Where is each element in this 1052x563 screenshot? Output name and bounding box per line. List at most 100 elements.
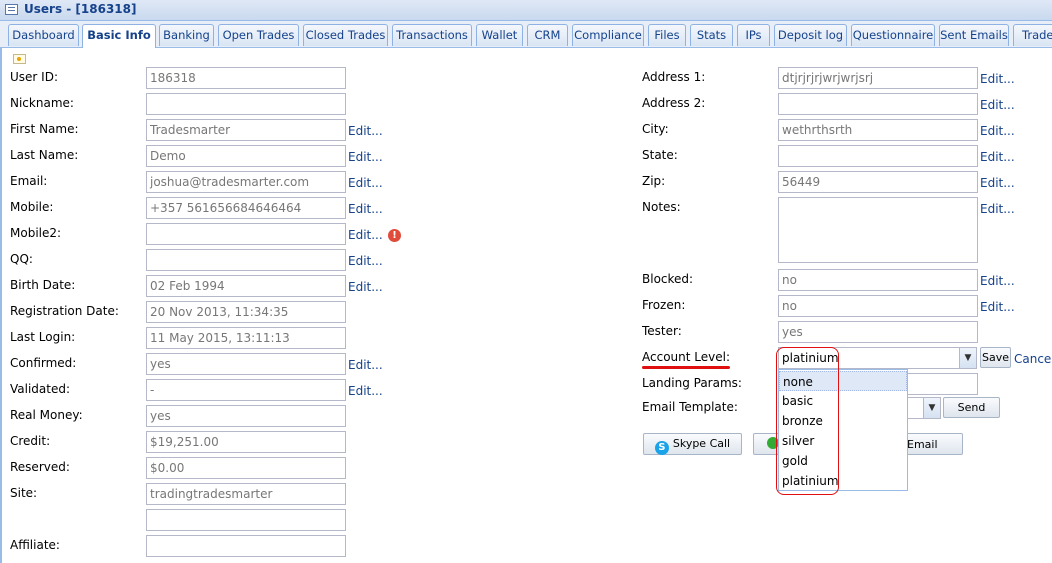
city-field[interactable]: wethrthsrth [778, 119, 978, 141]
notes-label: Notes: [642, 200, 681, 214]
tab-bar: Dashboard Basic Info Banking Open Trades… [0, 21, 1052, 48]
confirmed-edit-link[interactable]: Edit... [348, 358, 383, 372]
state-edit-link[interactable]: Edit... [980, 150, 1015, 164]
account-level-label: Account Level: [642, 350, 730, 364]
tab-dashboard[interactable]: Dashboard [8, 24, 79, 46]
tab-closed-trades[interactable]: Closed Trades [303, 24, 388, 46]
tab-transactions[interactable]: Transactions [392, 24, 472, 46]
qq-label: QQ: [10, 252, 33, 266]
zip-field[interactable]: 56449 [778, 171, 978, 193]
user-id-field: 186318 [146, 67, 346, 89]
warning-icon: ! [388, 229, 401, 242]
option-none[interactable]: none [779, 371, 907, 391]
first-name-edit-link[interactable]: Edit... [348, 124, 383, 138]
registration-date-label: Registration Date: [10, 304, 119, 318]
mobile-field[interactable]: +357 561656684646464 [146, 197, 346, 219]
option-silver[interactable]: silver [779, 431, 907, 451]
site-field: tradingtradesmarter [146, 483, 346, 505]
first-name-label: First Name: [10, 122, 79, 136]
skype-call-button[interactable]: S Skype Call [643, 433, 742, 455]
window-titlebar: Users - [186318] [0, 0, 1052, 21]
save-button[interactable]: Save [980, 347, 1011, 368]
frozen-edit-link[interactable]: Edit... [980, 300, 1015, 314]
validated-edit-link[interactable]: Edit... [348, 384, 383, 398]
tab-deposit-log[interactable]: Deposit log [774, 24, 847, 46]
confirmed-field[interactable]: yes [146, 353, 346, 375]
validated-field[interactable]: - [146, 379, 346, 401]
tab-basic-info[interactable]: Basic Info [82, 24, 156, 48]
mobile2-edit-link[interactable]: Edit... [348, 228, 383, 242]
chevron-down-icon[interactable]: ▼ [923, 398, 940, 418]
tab-compliance[interactable]: Compliance [572, 24, 644, 46]
tab-crm[interactable]: CRM [527, 24, 568, 46]
blocked-edit-link[interactable]: Edit... [980, 274, 1015, 288]
birth-date-field[interactable]: 02 Feb 1994 [146, 275, 346, 297]
state-field[interactable] [778, 145, 978, 167]
last-login-field: 11 May 2015, 13:11:13 [146, 327, 346, 349]
cancel-link[interactable]: Cancel [1014, 352, 1052, 366]
address1-edit-link[interactable]: Edit... [980, 72, 1015, 86]
option-bronze[interactable]: bronze [779, 411, 907, 431]
nickname-field[interactable] [146, 93, 346, 115]
address2-label: Address 2: [642, 96, 706, 110]
zip-edit-link[interactable]: Edit... [980, 176, 1015, 190]
birth-date-label: Birth Date: [10, 278, 76, 292]
affiliate-field[interactable] [146, 535, 346, 557]
city-edit-link[interactable]: Edit... [980, 124, 1015, 138]
window-title: Users - [186318] [24, 2, 137, 16]
account-level-dropdown: none basic bronze silver gold platinium [778, 369, 908, 491]
email-edit-link[interactable]: Edit... [348, 176, 383, 190]
mobile-edit-link[interactable]: Edit... [348, 202, 383, 216]
email-template-label: Email Template: [642, 400, 738, 414]
state-label: State: [642, 148, 678, 162]
address2-edit-link[interactable]: Edit... [980, 98, 1015, 112]
validated-label: Validated: [10, 382, 71, 396]
tab-banking[interactable]: Banking [159, 24, 214, 46]
address1-field[interactable]: dtjrjrjrjwrjwrjsrj [778, 67, 978, 89]
chevron-down-icon[interactable]: ▼ [959, 348, 976, 368]
tab-open-trades[interactable]: Open Trades [218, 24, 299, 46]
qq-field[interactable] [146, 249, 346, 271]
affiliate-label: Affiliate: [10, 538, 60, 552]
tab-sent-emails[interactable]: Sent Emails [939, 24, 1009, 46]
option-platinium[interactable]: platinium [779, 471, 907, 491]
notes-textarea[interactable] [778, 197, 978, 263]
credit-label: Credit: [10, 434, 51, 448]
annotation-underline [642, 366, 730, 369]
frozen-field[interactable]: no [778, 295, 978, 317]
first-name-field[interactable]: Tradesmarter [146, 119, 346, 141]
option-gold[interactable]: gold [779, 451, 907, 471]
tab-ips[interactable]: IPs [737, 24, 770, 46]
account-level-select[interactable]: platinium ▼ [778, 347, 977, 369]
birth-date-edit-link[interactable]: Edit... [348, 280, 383, 294]
address2-field[interactable] [778, 93, 978, 115]
reserved-field: $0.00 [146, 457, 346, 479]
mobile2-field[interactable] [146, 223, 346, 245]
tab-stats[interactable]: Stats [690, 24, 733, 46]
last-login-label: Last Login: [10, 330, 76, 344]
reserved-label: Reserved: [10, 460, 70, 474]
tab-trade[interactable]: Trade [1013, 24, 1052, 46]
address1-label: Address 1: [642, 70, 706, 84]
notes-edit-link[interactable]: Edit... [980, 202, 1015, 216]
account-level-value: platinium [782, 351, 839, 365]
last-name-edit-link[interactable]: Edit... [348, 150, 383, 164]
tab-wallet[interactable]: Wallet [476, 24, 523, 46]
skype-icon: S [654, 441, 669, 455]
site-secondary-field[interactable] [146, 509, 346, 531]
option-basic[interactable]: basic [779, 391, 907, 411]
skype-call-label: Skype Call [672, 437, 731, 450]
panel-border [0, 47, 2, 563]
blocked-label: Blocked: [642, 272, 694, 286]
real-money-field: yes [146, 405, 346, 427]
tab-questionnaire[interactable]: Questionnaire [851, 24, 935, 46]
tester-label: Tester: [642, 324, 682, 338]
qq-edit-link[interactable]: Edit... [348, 254, 383, 268]
image-icon[interactable] [13, 54, 26, 64]
email-button-label: Email [907, 438, 938, 451]
send-button[interactable]: Send [943, 397, 1000, 418]
blocked-field[interactable]: no [778, 269, 978, 291]
tab-files[interactable]: Files [648, 24, 686, 46]
last-name-field[interactable]: Demo [146, 145, 346, 167]
email-field[interactable]: joshua@tradesmarter.com [146, 171, 346, 193]
